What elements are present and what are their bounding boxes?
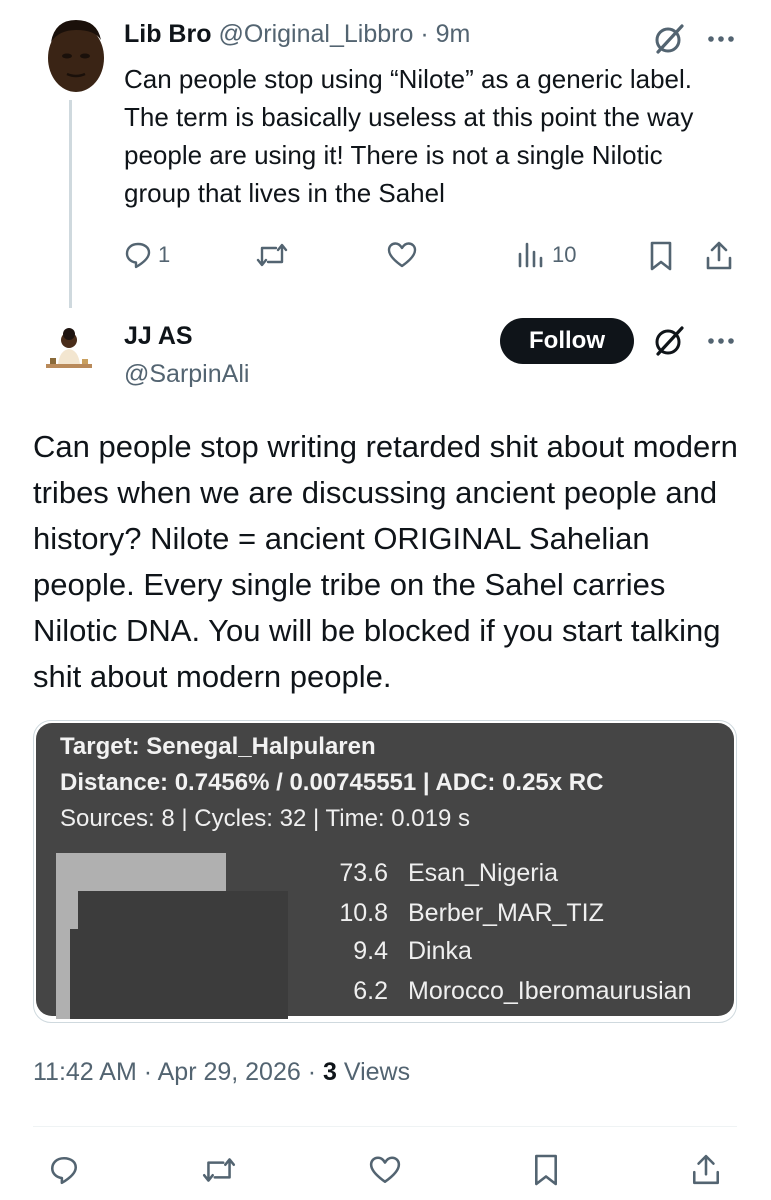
bookmark-button[interactable]: [648, 240, 674, 272]
share-button[interactable]: [690, 1152, 722, 1188]
result-label: Berber_MAR_TIZ: [408, 899, 604, 927]
handle[interactable]: @Original_Libbro: [218, 20, 413, 48]
divider: [33, 1126, 737, 1127]
share-icon: [692, 1154, 720, 1185]
more-icon[interactable]: [704, 324, 738, 363]
views-button[interactable]: 10: [516, 240, 576, 270]
tweet-time[interactable]: 9m: [436, 20, 471, 48]
avatar[interactable]: [40, 322, 98, 380]
result-label: Dinka: [408, 937, 472, 965]
bookmark-button[interactable]: [532, 1152, 560, 1188]
views-label: Views: [336, 1058, 411, 1086]
display-name[interactable]: Lib Bro: [124, 20, 212, 48]
result-pct: 9.4: [353, 937, 388, 965]
result-pct: 6.2: [353, 977, 388, 1005]
reply-button[interactable]: 1: [124, 240, 170, 270]
display-name[interactable]: JJ AS: [124, 322, 193, 351]
bar-base: [78, 891, 288, 1019]
result-row: 6.2 Morocco_Iberomaurusian: [324, 977, 691, 1006]
tweet-text: Can people stop writing retarded shit ab…: [33, 429, 738, 694]
like-icon: [387, 242, 417, 268]
retweet-button[interactable]: [254, 240, 290, 270]
result-pct: 10.8: [339, 899, 388, 927]
reply-icon: [50, 1156, 78, 1185]
timestamp[interactable]: 11:42 AM · Apr 29, 2026 ·: [33, 1058, 323, 1086]
reply-count: 1: [158, 242, 171, 267]
tweet-meta: 11:42 AM · Apr 29, 2026 · 3 Views: [33, 1058, 410, 1087]
retweet-icon: [202, 1158, 236, 1182]
sources-line: Sources: 8 | Cycles: 32 | Time: 0.019 s: [60, 805, 470, 832]
tweet-header: Lib Bro @Original_Libbro · 9m: [124, 20, 470, 49]
avatar[interactable]: [45, 14, 107, 94]
bookmark-icon: [535, 1154, 557, 1186]
attached-image[interactable]: Target: Senegal_Halpularen Distance: 0.7…: [33, 720, 737, 1023]
views-count: 3: [323, 1058, 337, 1086]
thread-line: [69, 100, 72, 308]
result-row: 73.6 Esan_Nigeria: [324, 859, 558, 888]
distance-line: Distance: 0.7456% / 0.00745551 | ADC: 0.…: [60, 769, 604, 796]
share-icon: [706, 241, 732, 270]
reply-icon: [125, 242, 151, 269]
result-row: 10.8 Berber_MAR_TIZ: [324, 899, 604, 928]
retweet-button[interactable]: [200, 1154, 238, 1186]
retweet-icon: [256, 243, 288, 267]
result-pct: 73.6: [339, 859, 388, 887]
image-panel: Target: Senegal_Halpularen Distance: 0.7…: [36, 723, 734, 1019]
share-button[interactable]: [704, 240, 734, 272]
like-button[interactable]: [386, 240, 418, 270]
result-label: Esan_Nigeria: [408, 859, 559, 887]
like-icon: [369, 1156, 401, 1184]
views-count: 10: [552, 242, 577, 267]
bookmark-icon: [650, 241, 672, 271]
result-row: 9.4 Dinka: [324, 937, 472, 966]
handle[interactable]: @SarpinAli: [124, 360, 249, 389]
separator: ·: [420, 20, 429, 48]
tweet-text: Can people stop using “Nilote” as a gene…: [124, 64, 694, 208]
views-icon: [518, 242, 543, 268]
reply-button[interactable]: [48, 1154, 80, 1186]
proportion-bars: [56, 853, 288, 1021]
result-label: Morocco_Iberomaurusian: [408, 977, 692, 1005]
grok-icon[interactable]: [652, 324, 686, 363]
grok-icon[interactable]: [652, 22, 686, 61]
bar-morocco: [70, 969, 78, 1019]
follow-button[interactable]: Follow: [500, 318, 634, 364]
like-button[interactable]: [367, 1154, 403, 1186]
target-line: Target: Senegal_Halpularen: [60, 733, 376, 760]
more-icon[interactable]: [704, 22, 738, 61]
